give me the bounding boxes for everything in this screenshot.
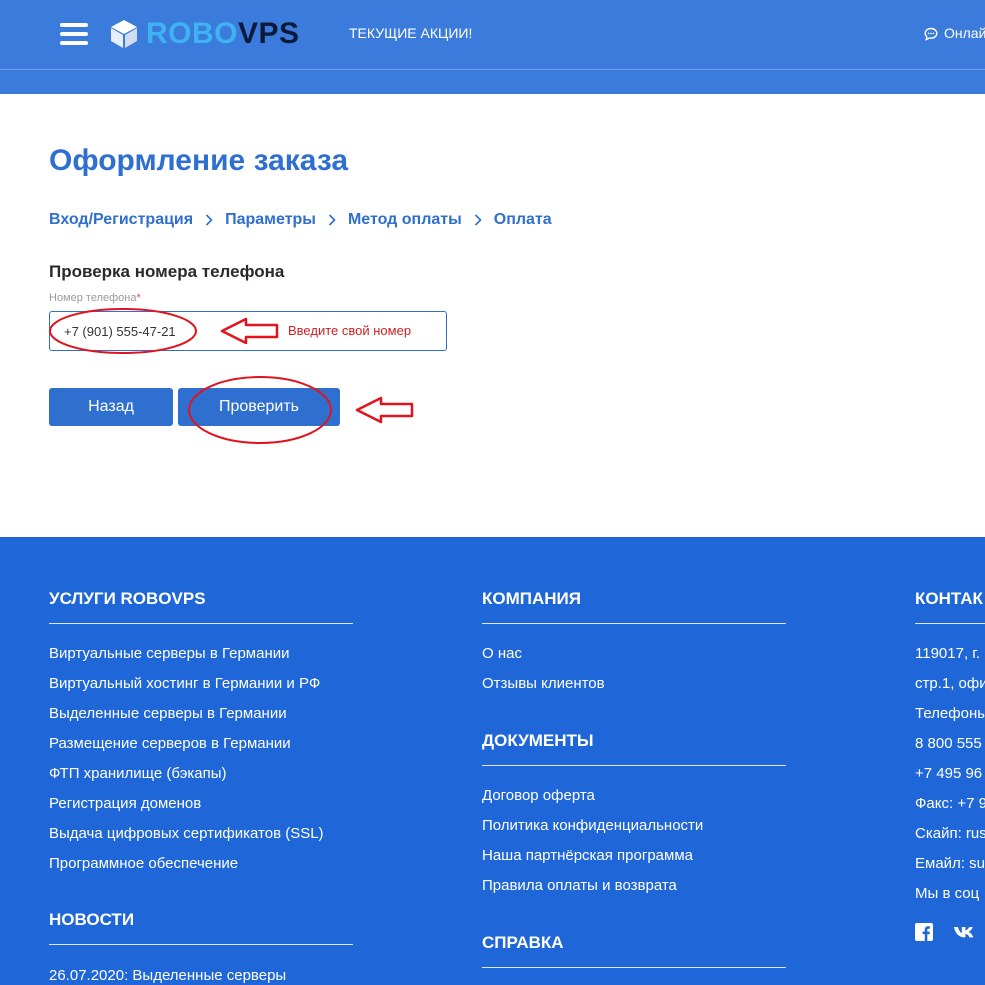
facebook-icon[interactable]: [915, 923, 933, 941]
footer-news-item[interactable]: 26.07.2020: Выделенные серверы: [49, 967, 286, 984]
chat-bubble-icon: [924, 27, 938, 41]
phone-label-text: Номер телефона: [49, 292, 137, 304]
footer-divider: [482, 765, 786, 766]
footer-heading-news: НОВОСТИ: [49, 910, 135, 929]
phone-label: Номер телефона*: [49, 292, 141, 304]
vk-icon[interactable]: [953, 923, 977, 941]
footer-link-hosting[interactable]: Виртуальный хостинг в Германии и РФ: [49, 675, 320, 692]
breadcrumb: Вход/Регистрация Параметры Метод оплаты …: [49, 211, 552, 229]
site-logo[interactable]: ROBOVPS: [110, 17, 300, 50]
contact-phone-2[interactable]: +7 495 96: [915, 765, 982, 782]
footer-divider: [482, 623, 786, 624]
contact-fax: Факс: +7 9: [915, 795, 985, 812]
breadcrumb-login[interactable]: Вход/Регистрация: [49, 211, 193, 229]
footer-link-ftp[interactable]: ФТП хранилище (бэкапы): [49, 765, 227, 782]
footer-link-domains[interactable]: Регистрация доменов: [49, 795, 201, 812]
contact-skype[interactable]: Скайп: rus: [915, 825, 985, 842]
footer-link-affiliate[interactable]: Наша партнёрская программа: [482, 847, 693, 864]
footer-heading-services: УСЛУГИ ROBOVPS: [49, 589, 206, 608]
online-chat-label: Онлай: [944, 25, 985, 41]
chevron-right-icon: [474, 214, 482, 226]
footer-heading-contacts: КОНТАК: [915, 589, 983, 608]
back-button[interactable]: Назад: [49, 388, 173, 426]
contact-social-label: Мы в соц: [915, 885, 980, 902]
site-footer: УСЛУГИ ROBOVPS Виртуальные серверы в Гер…: [0, 537, 985, 985]
breadcrumb-parameters[interactable]: Параметры: [225, 211, 316, 229]
logo-vps-text: VPS: [238, 17, 300, 50]
promo-link[interactable]: ТЕКУЩИЕ АКЦИИ!: [349, 25, 472, 41]
contact-phones-label: Телефоны: [915, 705, 985, 722]
breadcrumb-payment-method[interactable]: Метод оплаты: [348, 211, 462, 229]
header-divider: [0, 69, 985, 70]
footer-link-software[interactable]: Программное обеспечение: [49, 855, 238, 872]
annotation-arrow-check: [355, 396, 414, 424]
section-title: Проверка номера телефона: [49, 262, 285, 281]
hamburger-menu-icon[interactable]: [60, 23, 88, 45]
online-chat-link[interactable]: Онлай: [924, 25, 985, 41]
check-button[interactable]: Проверить: [178, 388, 340, 426]
footer-divider: [49, 944, 353, 945]
chevron-right-icon: [328, 214, 336, 226]
cube-icon: [111, 20, 137, 48]
footer-link-colocation[interactable]: Размещение серверов в Германии: [49, 735, 291, 752]
contact-address: 119017, г.: [915, 645, 981, 662]
contact-email[interactable]: Емайл: su: [915, 855, 985, 872]
required-mark: *: [136, 292, 141, 304]
footer-link-vps-germany[interactable]: Виртуальные серверы в Германии: [49, 645, 290, 662]
footer-link-reviews[interactable]: Отзывы клиентов: [482, 675, 605, 692]
site-header: ROBOVPS ТЕКУЩИЕ АКЦИИ! Онлай: [0, 0, 985, 94]
footer-link-privacy[interactable]: Политика конфиденциальности: [482, 817, 703, 834]
footer-link-about[interactable]: О нас: [482, 645, 522, 662]
footer-link-offer[interactable]: Договор оферта: [482, 787, 595, 804]
footer-heading-company: КОМПАНИЯ: [482, 589, 581, 608]
contact-phone-1[interactable]: 8 800 555: [915, 735, 982, 752]
page-title: Оформление заказа: [49, 144, 349, 177]
breadcrumb-payment[interactable]: Оплата: [494, 211, 552, 229]
footer-link-dedicated[interactable]: Выделенные серверы в Германии: [49, 705, 287, 722]
logo-robo-text: ROBO: [146, 17, 238, 50]
footer-link-refund[interactable]: Правила оплаты и возврата: [482, 877, 677, 894]
footer-link-ssl[interactable]: Выдача цифровых сертификатов (SSL): [49, 825, 324, 842]
annotation-hint: Введите свой номер: [288, 323, 412, 338]
footer-heading-help: СПРАВКА: [482, 933, 564, 952]
footer-heading-documents: ДОКУМЕНТЫ: [482, 731, 594, 750]
contact-address-2: стр.1, офи: [915, 675, 985, 692]
chevron-right-icon: [206, 214, 213, 226]
footer-divider: [49, 623, 353, 624]
footer-divider: [482, 967, 786, 968]
footer-divider: [915, 623, 985, 624]
